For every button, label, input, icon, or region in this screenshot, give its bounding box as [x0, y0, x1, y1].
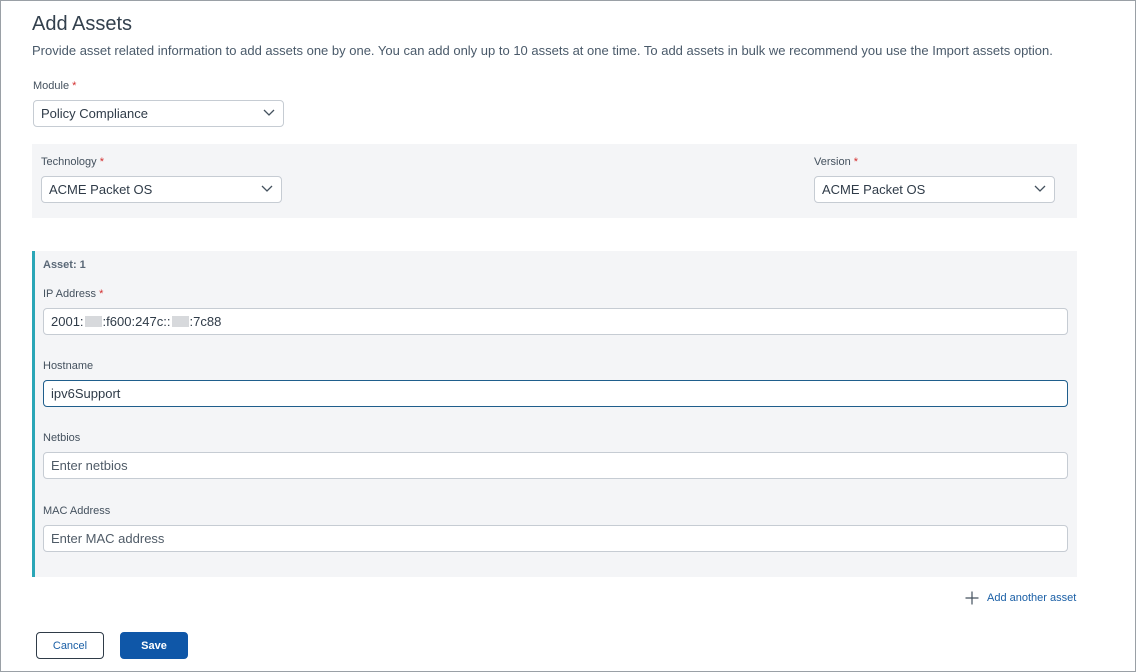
save-button[interactable]: Save	[120, 632, 188, 659]
version-select-value: ACME Packet OS	[822, 182, 926, 197]
ip-address-input[interactable]: 2001::f600:247c:::7c88	[43, 308, 1068, 335]
required-mark: *	[853, 156, 859, 168]
hostname-label: Hostname	[43, 360, 94, 372]
redacted-block	[84, 316, 102, 327]
required-mark: *	[72, 80, 77, 92]
module-label: Module *	[33, 80, 77, 92]
chevron-down-icon	[1034, 185, 1046, 192]
add-another-asset-link[interactable]: Add another asset	[965, 591, 1076, 605]
asset-title: Asset: 1	[43, 259, 86, 271]
technology-select[interactable]: ACME Packet OS	[41, 176, 282, 203]
add-assets-window: Add Assets Provide asset related informa…	[0, 0, 1136, 672]
page-description: Provide asset related information to add…	[32, 43, 1053, 58]
ip-address-label: IP Address *	[43, 288, 104, 300]
netbios-input[interactable]	[43, 452, 1068, 479]
module-select[interactable]: Policy Compliance	[33, 100, 284, 127]
version-select[interactable]: ACME Packet OS	[814, 176, 1055, 203]
asset-panel: Asset: 1 IP Address * 2001::f600:247c:::…	[32, 251, 1077, 577]
mac-address-input[interactable]	[43, 525, 1068, 552]
version-label: Version *	[814, 156, 859, 168]
technology-select-value: ACME Packet OS	[49, 182, 153, 197]
technology-panel: Technology * ACME Packet OS Version * AC…	[32, 144, 1077, 218]
redacted-block	[171, 316, 189, 327]
module-select-value: Policy Compliance	[41, 106, 148, 121]
page-title: Add Assets	[32, 13, 133, 35]
plus-icon	[965, 591, 979, 605]
netbios-label: Netbios	[43, 432, 81, 444]
required-mark: *	[99, 156, 104, 168]
add-another-asset-label: Add another asset	[987, 592, 1077, 604]
chevron-down-icon	[261, 185, 273, 192]
required-mark: *	[99, 288, 104, 300]
chevron-down-icon	[263, 109, 275, 116]
technology-label: Technology *	[41, 156, 104, 168]
cancel-button[interactable]: Cancel	[36, 632, 104, 659]
mac-address-label: MAC Address	[43, 505, 111, 517]
hostname-input[interactable]	[43, 380, 1068, 407]
